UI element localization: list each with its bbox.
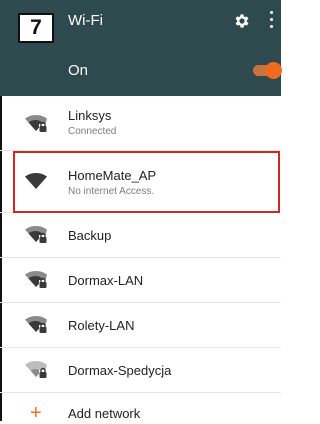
plus-icon: + <box>30 402 42 424</box>
network-item[interactable]: Linksys Connected <box>0 96 281 151</box>
app-bar: 7 Wi-Fi <box>0 0 281 48</box>
network-item[interactable]: Backup <box>0 213 281 258</box>
toggle-label: On <box>68 62 89 79</box>
network-name: Dormax-LAN <box>68 273 144 288</box>
wifi-lock-icon <box>25 115 47 132</box>
wifi-lock-icon <box>25 316 47 333</box>
wifi-switch[interactable] <box>250 62 282 79</box>
network-item[interactable]: Dormax-LAN <box>0 258 281 303</box>
network-name: Dormax-Spedycja <box>68 363 172 378</box>
network-name: Backup <box>68 228 112 243</box>
network-item[interactable]: Dormax-Spedycja <box>0 348 281 393</box>
wifi-lock-icon <box>25 271 47 288</box>
network-name: Linksys <box>68 108 112 123</box>
network-name: Rolety-LAN <box>68 318 135 333</box>
wifi-toggle-row[interactable]: On <box>0 48 282 96</box>
add-network-label: Add network <box>68 406 141 421</box>
wifi-lock-icon <box>25 226 47 243</box>
network-item[interactable]: Rolety-LAN <box>0 303 281 348</box>
more-vert-icon[interactable] <box>269 11 275 33</box>
page-title: Wi-Fi <box>68 12 103 29</box>
wifi-lock-icon <box>25 361 47 378</box>
step-badge: 7 <box>18 13 54 43</box>
gear-icon[interactable] <box>233 12 251 30</box>
highlight-box <box>13 151 280 213</box>
switch-thumb <box>265 62 282 79</box>
network-status: Connected <box>68 126 117 137</box>
